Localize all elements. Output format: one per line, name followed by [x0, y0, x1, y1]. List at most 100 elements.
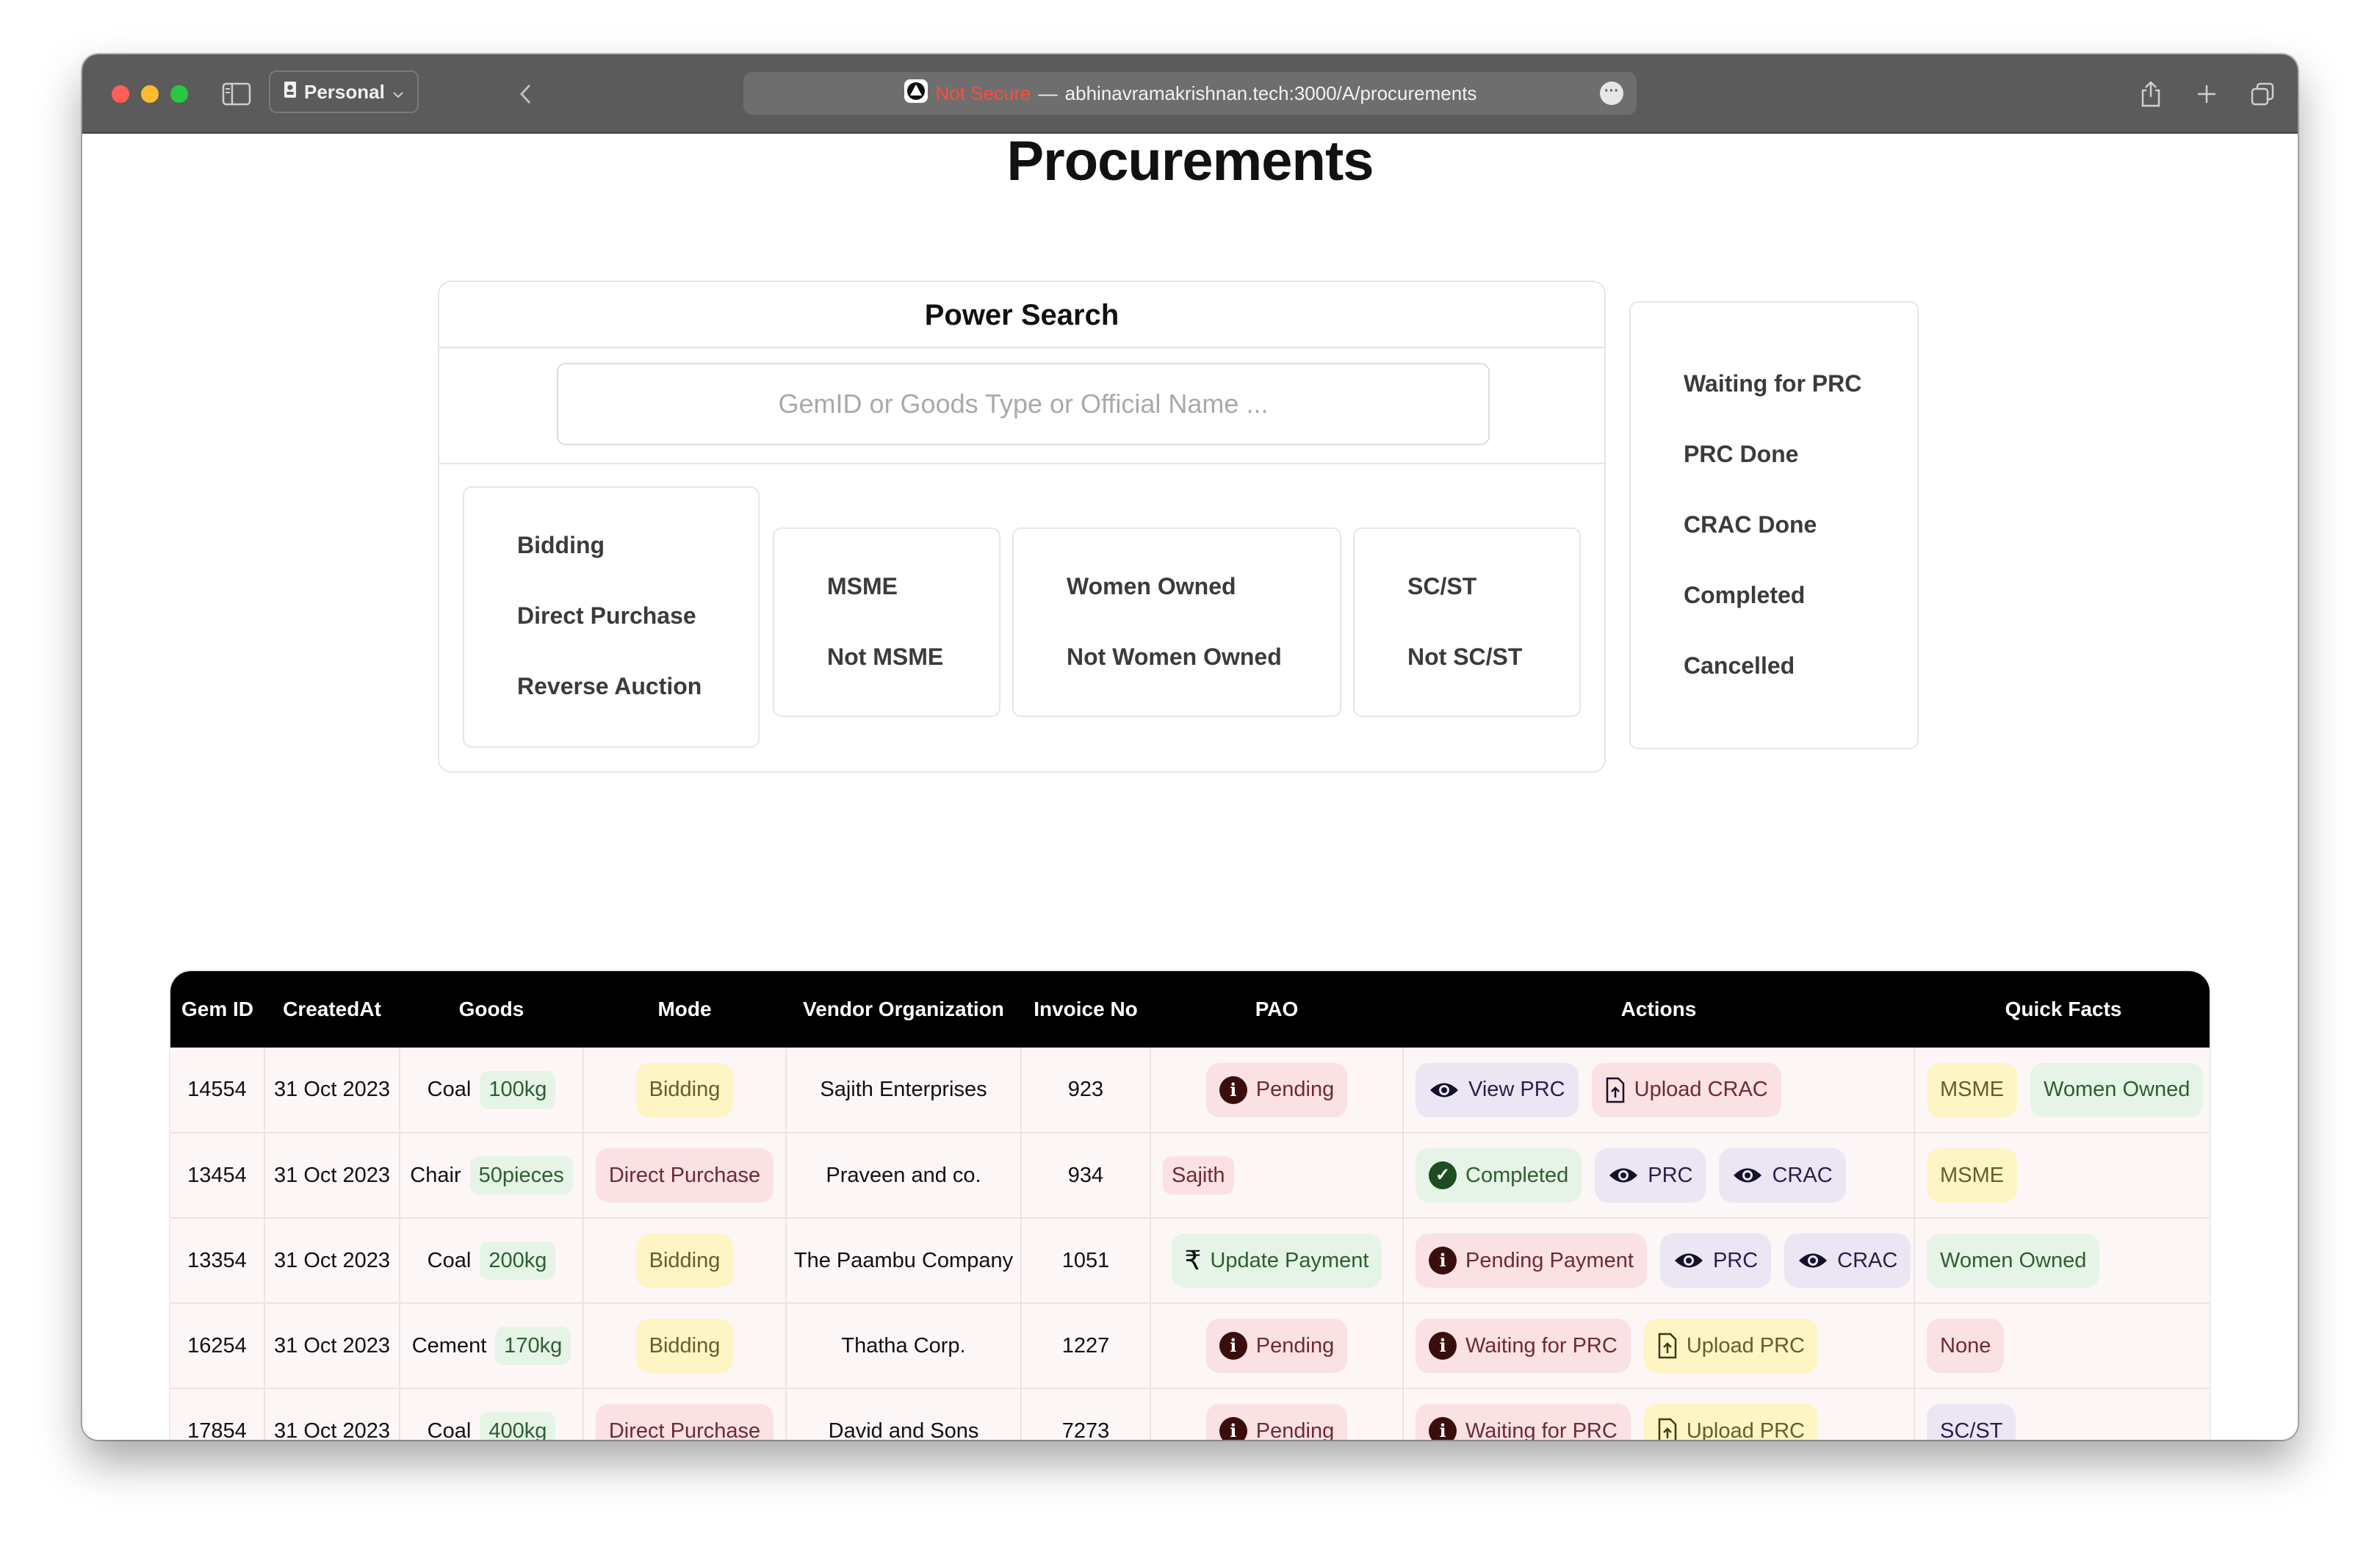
- pao-status-label: Pending: [1255, 1078, 1335, 1101]
- table-row: 16254 31 Oct 2023 Cement 170kg Bidding Th…: [170, 1303, 2210, 1389]
- info-icon: i: [1219, 1417, 1247, 1440]
- view-prc-label: PRC: [1648, 1163, 1693, 1187]
- mode-cell: Bidding: [583, 1048, 787, 1133]
- status-crac-done[interactable]: CRAC Done: [1684, 511, 1817, 538]
- browser-window: Personal Not Secure — abhinavramakrishna…: [82, 54, 2298, 1440]
- update-payment-label: Update Payment: [1210, 1248, 1369, 1272]
- mode-cell: Direct Purchase: [583, 1133, 787, 1219]
- mode-badge: Direct Purchase: [595, 1148, 774, 1203]
- quick-facts-cell: MSME: [1914, 1133, 2210, 1219]
- view-crac-button[interactable]: CRAC: [1784, 1233, 1911, 1288]
- quantity-badge: 100kg: [480, 1070, 556, 1109]
- close-window-button[interactable]: [112, 85, 129, 103]
- header-invoice: Invoice No: [1021, 971, 1150, 1048]
- fact-badge: Women Owned: [2030, 1062, 2204, 1117]
- info-icon: i: [1429, 1247, 1457, 1275]
- upload-prc-button[interactable]: Upload PRC: [1643, 1404, 1818, 1440]
- quick-facts-cell: Women Owned: [1914, 1218, 2210, 1304]
- goods-name: Cement: [411, 1333, 487, 1358]
- address-bar[interactable]: Not Secure — abhinavramakrishnan.tech:30…: [743, 72, 1637, 115]
- back-icon[interactable]: [511, 78, 541, 110]
- gem-id-cell: 14554: [170, 1048, 265, 1133]
- filter-scst[interactable]: SC/ST: [1407, 573, 1476, 600]
- actions-cell: i Pending Payment PRC CRAC: [1403, 1218, 1915, 1304]
- profile-selector[interactable]: Personal: [269, 71, 419, 113]
- filter-not-scst[interactable]: Not SC/ST: [1407, 644, 1522, 671]
- goods-cell: Coal 200kg: [400, 1218, 584, 1304]
- page-title: Procurements: [1006, 130, 1374, 192]
- pao-status-label: Pending: [1255, 1419, 1335, 1441]
- invoice-cell: 923: [1021, 1048, 1151, 1133]
- created-at-cell: 31 Oct 2023: [264, 1303, 400, 1389]
- filter-msme[interactable]: MSME: [827, 573, 898, 600]
- mode-filter-group: Bidding Direct Purchase Reverse Auction: [463, 486, 760, 748]
- waiting-for-prc-label: Waiting for PRC: [1465, 1333, 1618, 1358]
- table-header-row: Gem ID CreatedAt Goods Mode Vendor Organ…: [170, 971, 2210, 1048]
- status-prc-done[interactable]: PRC Done: [1684, 441, 1798, 468]
- created-at-cell: 31 Oct 2023: [264, 1048, 400, 1133]
- created-at-cell: 31 Oct 2023: [264, 1133, 400, 1219]
- created-at-cell: 31 Oct 2023: [264, 1388, 400, 1440]
- status-completed[interactable]: Completed: [1684, 582, 1805, 609]
- sidebar-toggle-icon[interactable]: [219, 78, 254, 110]
- table-row: 13454 31 Oct 2023 Chair 50pieces Direct P…: [170, 1133, 2210, 1219]
- zoom-window-button[interactable]: [170, 85, 188, 103]
- info-icon: i: [1429, 1332, 1457, 1360]
- mode-badge: Direct Purchase: [595, 1404, 774, 1440]
- view-prc-button[interactable]: PRC: [1659, 1233, 1772, 1288]
- waiting-for-prc-label: Waiting for PRC: [1465, 1419, 1618, 1441]
- divider: [439, 463, 1604, 464]
- filter-direct-purchase[interactable]: Direct Purchase: [517, 602, 696, 630]
- pao-cell: i Pending: [1150, 1303, 1404, 1389]
- filter-bidding[interactable]: Bidding: [517, 532, 605, 559]
- mode-badge: Bidding: [635, 1233, 734, 1288]
- header-pao: PAO: [1150, 971, 1403, 1048]
- update-payment-button[interactable]: ₹ Update Payment: [1171, 1233, 1382, 1288]
- quick-facts-cell: SC/ST: [1914, 1388, 2210, 1440]
- search-input[interactable]: [557, 363, 1490, 445]
- pending-payment-badge: i Pending Payment: [1416, 1233, 1647, 1288]
- page-content: Procurements Power Search Bidding Direct…: [82, 130, 2298, 1441]
- view-crac-label: CRAC: [1837, 1248, 1898, 1272]
- status-waiting-for-prc[interactable]: Waiting for PRC: [1684, 370, 1861, 397]
- filter-not-women-owned[interactable]: Not Women Owned: [1067, 644, 1282, 671]
- fact-badge: SC/ST: [1927, 1404, 2016, 1440]
- mode-cell: Bidding: [583, 1218, 787, 1304]
- filter-reverse-auction[interactable]: Reverse Auction: [517, 673, 702, 700]
- view-crac-button[interactable]: CRAC: [1719, 1148, 1846, 1203]
- status-filter-card: Waiting for PRC PRC Done CRAC Done Compl…: [1629, 301, 1919, 749]
- upload-prc-button[interactable]: Upload PRC: [1643, 1319, 1818, 1373]
- filter-women-owned[interactable]: Women Owned: [1067, 573, 1236, 600]
- gem-id-cell: 13454: [170, 1133, 265, 1219]
- tab-overview-icon[interactable]: [2248, 78, 2277, 110]
- upload-prc-label: Upload PRC: [1686, 1333, 1805, 1358]
- minimize-window-button[interactable]: [141, 85, 159, 103]
- vendor-cell: Praveen and co.: [786, 1133, 1022, 1219]
- more-options-icon[interactable]: ···: [1600, 82, 1623, 105]
- invoice-cell: 1227: [1021, 1303, 1151, 1389]
- upload-crac-button[interactable]: Upload CRAC: [1591, 1062, 1781, 1117]
- url-separator: —: [1038, 82, 1058, 104]
- eye-icon: [1673, 1251, 1704, 1270]
- goods-cell: Cement 170kg: [400, 1303, 584, 1389]
- header-created-at: CreatedAt: [264, 971, 400, 1048]
- goods-cell: Coal 400kg: [400, 1388, 584, 1440]
- view-prc-label: View PRC: [1468, 1078, 1565, 1101]
- header-mode: Mode: [583, 971, 786, 1048]
- share-icon[interactable]: [2136, 78, 2166, 110]
- women-owned-filter-group: Women Owned Not Women Owned: [1012, 527, 1341, 717]
- view-prc-button[interactable]: View PRC: [1416, 1062, 1579, 1117]
- new-tab-icon[interactable]: [2192, 78, 2221, 110]
- power-search-card: Power Search Bidding Direct Purchase Rev…: [438, 281, 1606, 773]
- pao-cell: ₹ Update Payment: [1150, 1218, 1404, 1304]
- eye-icon: [1797, 1251, 1828, 1270]
- status-cancelled[interactable]: Cancelled: [1684, 652, 1795, 680]
- eye-icon: [1429, 1081, 1460, 1100]
- filter-not-msme[interactable]: Not MSME: [827, 644, 943, 671]
- site-icon: [904, 79, 928, 109]
- scst-filter-group: SC/ST Not SC/ST: [1353, 527, 1581, 717]
- table-row: 17854 31 Oct 2023 Coal 400kg Direct Purch…: [170, 1388, 2210, 1441]
- view-prc-button[interactable]: PRC: [1595, 1148, 1706, 1203]
- file-upload-icon: [1657, 1418, 1678, 1440]
- rupee-icon: ₹: [1184, 1245, 1202, 1276]
